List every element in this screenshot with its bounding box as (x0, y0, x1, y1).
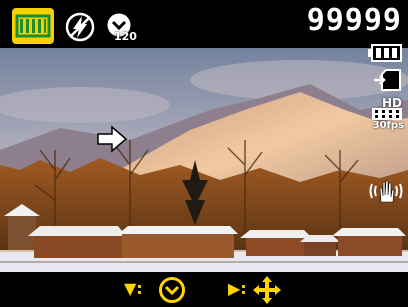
self-timer-icon[interactable] (158, 276, 186, 304)
scene-mode-icon[interactable] (12, 8, 54, 44)
memory-card-icon (372, 68, 402, 92)
right-arrow-icon[interactable] (96, 125, 128, 153)
video-fps-label: 30fps (372, 120, 404, 131)
battery-icon (368, 44, 402, 62)
hand-shake-icon (368, 176, 404, 206)
self-timer-value: 120 (114, 30, 137, 43)
flash-off-icon[interactable] (64, 11, 96, 43)
four-way-navigation-icon[interactable] (252, 275, 282, 305)
down-key-label: ▼: (124, 279, 143, 298)
film-strip-icon (372, 106, 402, 120)
right-key-label: ▶: (228, 279, 247, 298)
camera-viewfinder: 120 99999 HD 30fps ▼: ▶: (0, 0, 408, 307)
bottom-hint-bar (0, 272, 408, 307)
shots-remaining-counter: 99999 (306, 3, 402, 38)
